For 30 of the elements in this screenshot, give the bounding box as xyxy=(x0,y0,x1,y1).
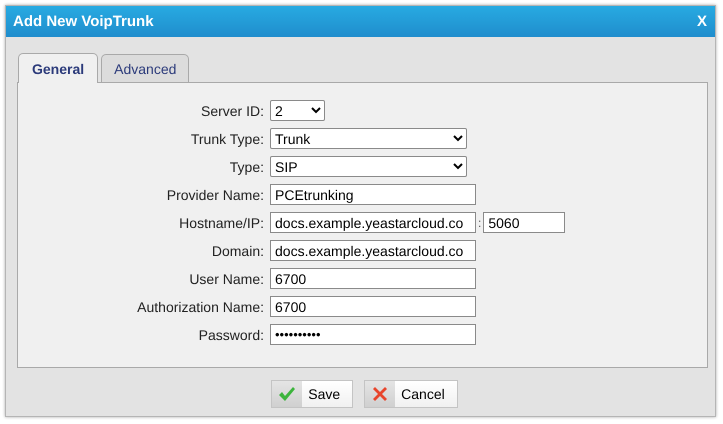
window-title: Add New VoipTrunk xyxy=(13,13,154,30)
input-field[interactable]: docs.example.yeastarcloud.co xyxy=(270,240,476,261)
chevron-down-icon xyxy=(311,107,321,114)
dropdown[interactable]: SIP xyxy=(270,156,467,177)
save-button[interactable]: Save xyxy=(271,380,354,408)
port-field[interactable]: 5060 xyxy=(483,212,566,233)
tab[interactable]: Advanced xyxy=(101,54,190,82)
chevron-down-icon xyxy=(453,135,463,142)
input-field[interactable]: 6700 xyxy=(270,296,476,317)
input-field[interactable]: 6700 xyxy=(270,268,476,289)
field-label: Server ID: xyxy=(200,102,264,118)
field-label: Type: xyxy=(230,158,264,174)
tab[interactable]: General xyxy=(18,53,98,83)
chevron-down-icon xyxy=(453,163,463,170)
input-field[interactable]: docs.example.yeastarcloud.co xyxy=(270,212,476,233)
check-icon xyxy=(278,386,296,402)
field-label: Domain: xyxy=(212,242,264,258)
field-label: Authorization Name: xyxy=(137,298,264,314)
field-label: Provider Name: xyxy=(166,186,264,202)
field-label: Hostname/IP: xyxy=(179,214,264,230)
cancel-button[interactable]: Cancel xyxy=(364,380,458,408)
dropdown[interactable]: 2 xyxy=(270,100,325,121)
dropdown[interactable]: Trunk xyxy=(270,128,467,149)
field-label: Password: xyxy=(198,326,264,342)
input-field[interactable]: PCEtrunking xyxy=(270,184,476,205)
field-label: Trunk Type: xyxy=(190,130,264,146)
cross-icon xyxy=(371,385,390,403)
password-field[interactable]: •••••••••• xyxy=(270,324,476,345)
field-label: User Name: xyxy=(189,270,264,286)
port-separator: : xyxy=(478,216,482,230)
